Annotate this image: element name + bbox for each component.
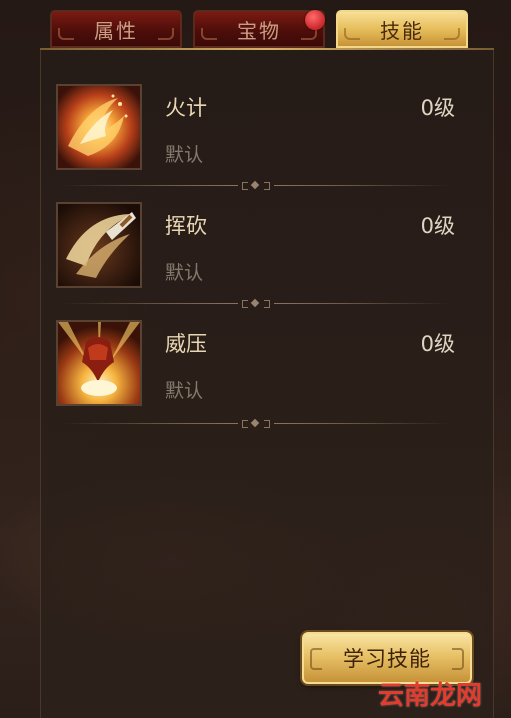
tab-attributes[interactable]: 属性 — [50, 10, 182, 48]
tab-ornament-icon — [201, 28, 217, 40]
skill-row-fire[interactable]: 火计 默认 0级 — [55, 84, 455, 174]
tab-ornament-icon — [58, 28, 74, 40]
tab-treasures-label: 宝物 — [237, 18, 281, 43]
tab-underline — [40, 48, 494, 50]
watermark: 云南龙网 — [378, 681, 483, 711]
skill-name: 火计 — [165, 96, 207, 120]
notification-badge-icon — [305, 10, 325, 30]
blade-slash-icon[interactable] — [56, 202, 142, 288]
row-divider — [62, 418, 450, 429]
intimidate-icon[interactable] — [56, 320, 142, 406]
skill-level: 0级 — [420, 96, 455, 120]
learn-skill-label: 学习技能 — [343, 647, 431, 671]
row-divider — [62, 298, 450, 309]
skill-name: 威压 — [165, 332, 207, 356]
skill-status: 默认 — [165, 380, 204, 402]
row-divider — [62, 180, 450, 191]
skill-name: 挥砍 — [165, 214, 207, 238]
skill-level: 0级 — [420, 214, 455, 238]
tab-skills-label: 技能 — [380, 18, 424, 43]
button-ornament-icon — [310, 648, 322, 670]
fire-scheme-icon[interactable] — [56, 84, 142, 170]
tab-attributes-label: 属性 — [94, 18, 138, 43]
button-ornament-icon — [452, 648, 464, 670]
tab-skills[interactable]: 技能 — [336, 10, 468, 48]
skill-status: 默认 — [165, 262, 204, 284]
tab-ornament-icon — [444, 28, 460, 40]
skill-level: 0级 — [420, 332, 455, 356]
skill-status: 默认 — [165, 144, 204, 166]
skill-row-intimidate[interactable]: 威压 默认 0级 — [55, 320, 455, 410]
tab-ornament-icon — [344, 28, 360, 40]
tab-treasures[interactable]: 宝物 — [193, 10, 325, 48]
skill-row-slash[interactable]: 挥砍 默认 0级 — [55, 202, 455, 292]
tab-ornament-icon — [158, 28, 174, 40]
